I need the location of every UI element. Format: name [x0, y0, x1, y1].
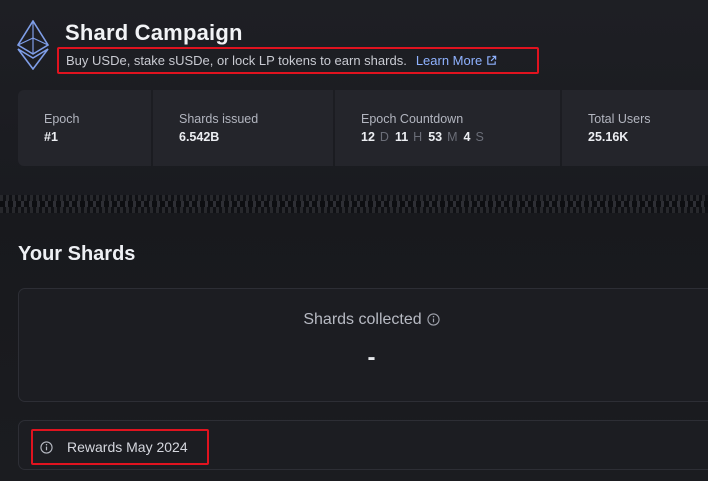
stat-label: Epoch Countdown: [361, 112, 464, 126]
page-title: Shard Campaign: [65, 20, 243, 45]
countdown-minutes: 53: [428, 130, 443, 144]
shards-collected-value: -: [367, 344, 376, 371]
divider-band: [0, 195, 708, 213]
stat-label: Epoch: [44, 112, 80, 126]
info-icon[interactable]: [427, 313, 440, 326]
countdown-seconds-unit: S: [475, 130, 484, 144]
campaign-subtitle: Buy USDe, stake sUSDe, or lock LP tokens…: [57, 47, 539, 74]
stat-epoch: Epoch #1: [18, 90, 151, 166]
shards-collected-text: Shards collected: [303, 311, 422, 328]
ethereum-logo-icon: [16, 20, 50, 70]
countdown-seconds: 4: [463, 130, 471, 144]
stat-shards-issued: Shards issued 6.542B: [153, 90, 333, 166]
countdown-days-unit: D: [379, 130, 389, 144]
stat-value: 6.542B: [179, 130, 220, 144]
countdown-hours: 11: [394, 130, 409, 144]
subtitle-text: Buy USDe, stake sUSDe, or lock LP tokens…: [66, 53, 407, 68]
stat-total-users: Total Users 25.16K: [562, 90, 708, 166]
campaign-header: Shard Campaign Buy USDe, stake sUSDe, or…: [0, 0, 708, 195]
stat-label: Total Users: [588, 112, 651, 126]
info-icon: [40, 440, 53, 454]
section-heading: Your Shards: [18, 243, 136, 265]
stat-value: 25.16K: [588, 130, 629, 144]
learn-more-label: Learn More: [415, 53, 483, 68]
shards-collected-card: Shards collected -: [18, 288, 708, 402]
rewards-label: Rewards May 2024: [67, 439, 188, 455]
countdown-value: 12 D 11 H 53 M 4 S: [361, 130, 560, 144]
external-link-icon: [487, 55, 497, 65]
countdown-hours-unit: H: [413, 130, 423, 144]
rewards-may-2024-button[interactable]: Rewards May 2024: [31, 429, 209, 465]
stat-value: #1: [44, 130, 58, 144]
learn-more-link[interactable]: Learn More: [416, 53, 497, 68]
stat-epoch-countdown: Epoch Countdown 12 D 11 H 53 M 4 S: [335, 90, 560, 166]
countdown-days: 12: [361, 130, 375, 144]
stats-row: Epoch #1 Shards issued 6.542B Epoch Coun…: [18, 90, 708, 166]
stat-label: Shards issued: [179, 112, 259, 126]
countdown-minutes-unit: M: [447, 130, 458, 144]
your-shards-section: Your Shards Shards collected - Rewards M…: [0, 213, 708, 481]
shards-collected-label: Shards collected: [19, 311, 708, 329]
